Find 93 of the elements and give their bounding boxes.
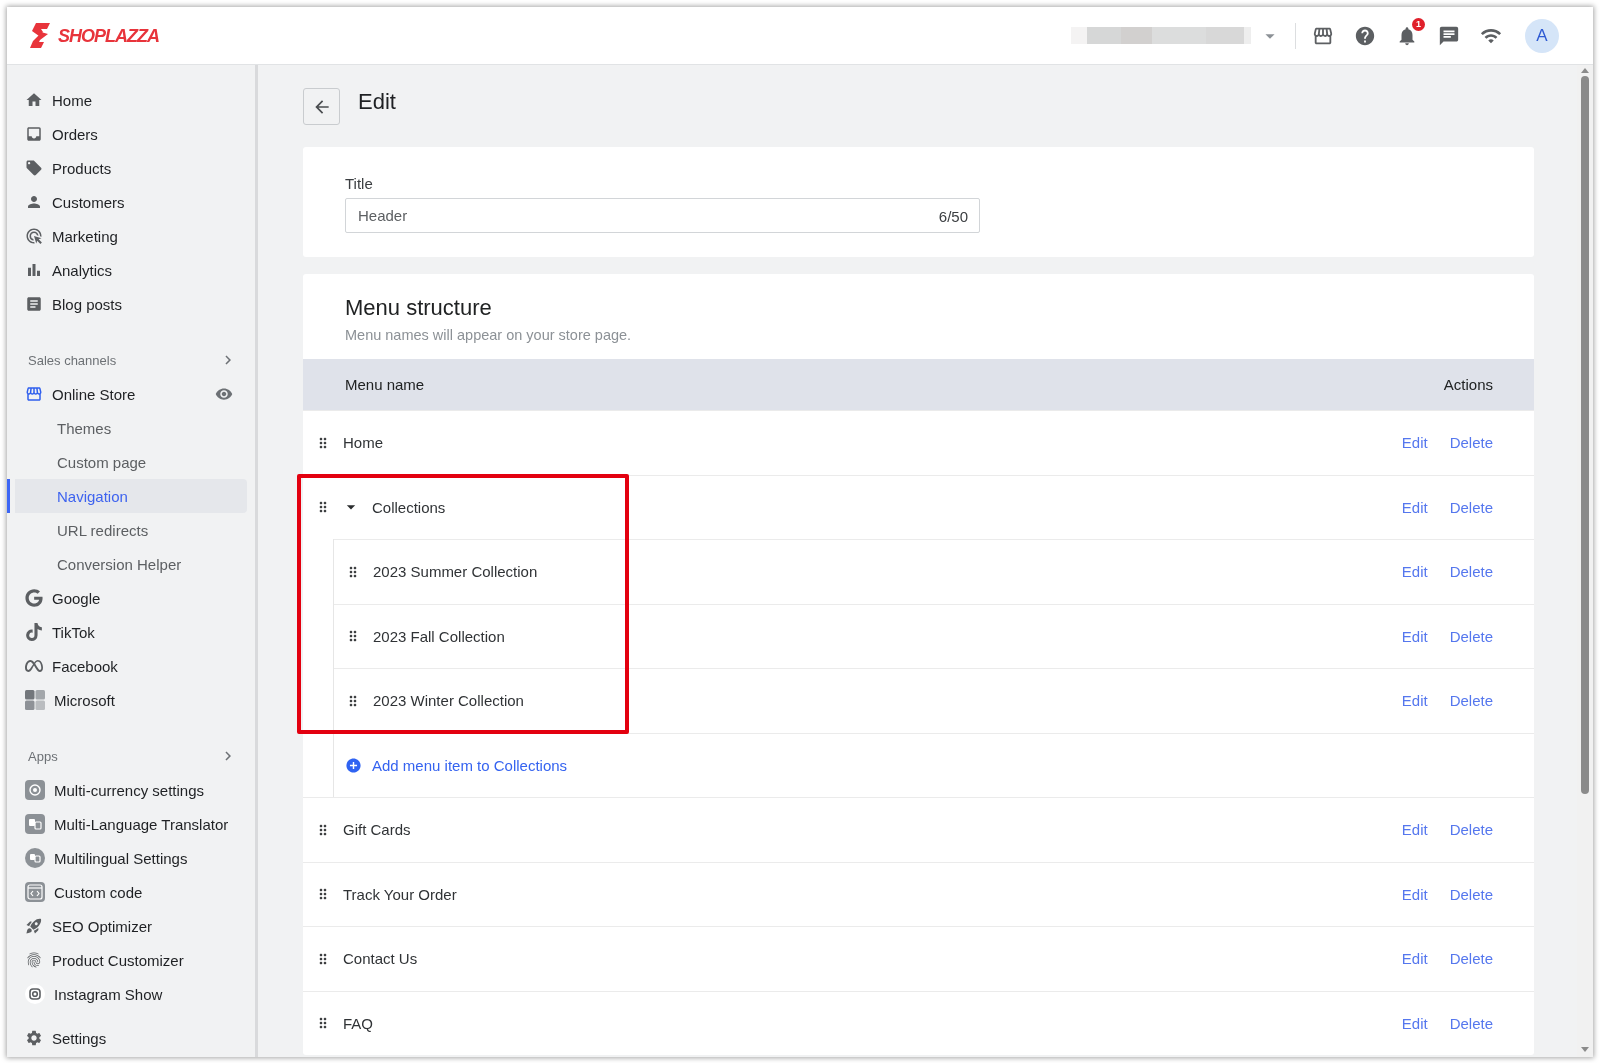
sidebar-item[interactable]: Marketing bbox=[7, 219, 247, 253]
sidebar-item[interactable]: Multilingual Settings bbox=[7, 841, 247, 875]
chat-icon[interactable] bbox=[1438, 24, 1460, 47]
sidebar-item[interactable]: Analytics bbox=[7, 253, 247, 287]
edit-link[interactable]: Edit bbox=[1401, 434, 1428, 452]
tag-icon bbox=[25, 159, 43, 177]
document-icon bbox=[25, 295, 43, 313]
sidebar-item[interactable]: Instagram Show bbox=[7, 977, 247, 1011]
delete-link[interactable]: Delete bbox=[1449, 950, 1493, 968]
edit-link[interactable]: Edit bbox=[1401, 563, 1428, 581]
sidebar-item[interactable]: Home bbox=[7, 83, 247, 117]
edit-link[interactable]: Edit bbox=[1401, 950, 1428, 968]
sidebar-item[interactable]: Settings bbox=[7, 1021, 247, 1055]
infinity-icon bbox=[25, 657, 43, 675]
menu-item-name: Contact Us bbox=[343, 950, 418, 968]
menu-item-name: Track Your Order bbox=[343, 885, 457, 903]
rocket-icon bbox=[25, 917, 43, 935]
tiktok-icon bbox=[25, 623, 43, 641]
menu-item-name: FAQ bbox=[343, 1014, 373, 1032]
card-subtitle: Menu names will appear on your store page. bbox=[344, 326, 633, 344]
section-heading: Apps bbox=[28, 748, 58, 764]
delete-link[interactable]: Delete bbox=[1449, 821, 1493, 839]
menu-item-name: Home bbox=[343, 434, 383, 452]
code-tile-icon bbox=[25, 882, 45, 902]
logo-text: SHOPLAZZA bbox=[58, 24, 159, 47]
sidebar-item[interactable]: Customers bbox=[7, 185, 247, 219]
translate-circle-icon bbox=[25, 848, 45, 868]
menu-item-name: Collections bbox=[372, 498, 446, 516]
eye-icon[interactable] bbox=[215, 385, 233, 403]
delete-link[interactable]: Delete bbox=[1449, 1014, 1493, 1032]
sidebar-item[interactable]: Orders bbox=[7, 117, 247, 151]
delete-link[interactable]: Delete bbox=[1449, 885, 1493, 903]
sidebar-item[interactable]: Multi-currency settings bbox=[7, 773, 247, 807]
sidebar-item[interactable]: SEO Optimizer bbox=[7, 909, 247, 943]
sidebar-subitem[interactable]: Conversion Helper bbox=[7, 547, 247, 581]
delete-link[interactable]: Delete bbox=[1449, 498, 1493, 516]
home-icon bbox=[25, 91, 43, 109]
sidebar-item[interactable]: Product Customizer bbox=[7, 943, 247, 977]
edit-link[interactable]: Edit bbox=[1401, 498, 1428, 516]
column-header: Actions bbox=[1443, 376, 1493, 393]
edit-link[interactable]: Edit bbox=[1401, 627, 1428, 645]
sidebar-item[interactable]: Google bbox=[7, 581, 247, 615]
sidebar-item[interactable]: Microsoft bbox=[7, 683, 247, 717]
sidebar-item[interactable]: Blog posts bbox=[7, 287, 247, 321]
storefront-icon bbox=[25, 385, 43, 403]
sidebar-item[interactable]: Facebook bbox=[7, 649, 247, 683]
edit-link[interactable]: Edit bbox=[1401, 1014, 1428, 1032]
delete-link[interactable]: Delete bbox=[1449, 627, 1493, 645]
column-header: Menu name bbox=[345, 376, 425, 393]
sidebar-subitem[interactable]: Navigation bbox=[7, 479, 247, 513]
camera-icon bbox=[25, 984, 45, 1004]
translate-tile-icon bbox=[25, 814, 45, 834]
avatar[interactable]: A bbox=[1525, 18, 1559, 53]
sidebar-item[interactable]: Online Store bbox=[7, 377, 247, 411]
inbox-icon bbox=[25, 125, 43, 143]
scrollbar-thumb[interactable] bbox=[1581, 76, 1589, 794]
menu-item-name: Gift Cards bbox=[343, 821, 411, 839]
coin-tile-icon bbox=[25, 780, 45, 800]
google-icon bbox=[25, 589, 43, 607]
menu-item-name: 2023 Fall Collection bbox=[373, 627, 505, 645]
back-button[interactable] bbox=[303, 88, 340, 125]
edit-link[interactable]: Edit bbox=[1401, 692, 1428, 710]
sidebar-subitem[interactable]: URL redirects bbox=[7, 513, 247, 547]
add-menu-item-link[interactable]: Add menu item to Collections bbox=[345, 756, 568, 774]
page-title: Edit bbox=[358, 88, 396, 116]
character-counter: 6/50 bbox=[938, 207, 968, 224]
delete-link[interactable]: Delete bbox=[1449, 692, 1493, 710]
sidebar-subitem[interactable]: Themes bbox=[7, 411, 247, 445]
person-icon bbox=[25, 193, 43, 211]
sidebar-item[interactable]: Custom code bbox=[7, 875, 247, 909]
sidebar-item[interactable]: Products bbox=[7, 151, 247, 185]
menu-item-name: 2023 Summer Collection bbox=[373, 563, 538, 581]
card-heading: Menu structure bbox=[344, 294, 493, 322]
edit-link[interactable]: Edit bbox=[1401, 885, 1428, 903]
fingerprint-icon bbox=[25, 951, 43, 969]
settings-icon bbox=[25, 1029, 43, 1047]
help-icon[interactable] bbox=[1354, 24, 1376, 47]
edit-link[interactable]: Edit bbox=[1401, 821, 1428, 839]
delete-link[interactable]: Delete bbox=[1449, 563, 1493, 581]
notification-badge: 1 bbox=[1412, 17, 1425, 31]
sidebar-item[interactable]: Multi-Language Translator bbox=[7, 807, 247, 841]
menu-item-name: 2023 Winter Collection bbox=[373, 692, 524, 710]
scroll-up-icon[interactable] bbox=[1581, 68, 1589, 73]
sidebar-item[interactable]: TikTok bbox=[7, 615, 247, 649]
scroll-down-icon[interactable] bbox=[1581, 1047, 1589, 1052]
cursor-click-icon bbox=[25, 227, 43, 245]
logo-mark-icon bbox=[28, 23, 52, 48]
section-heading: Sales channels bbox=[28, 352, 117, 368]
field-label: Title bbox=[345, 174, 374, 194]
four-squares-icon bbox=[25, 690, 45, 710]
delete-link[interactable]: Delete bbox=[1449, 434, 1493, 452]
sidebar-subitem[interactable]: Custom page bbox=[7, 445, 247, 479]
bar-chart-icon bbox=[25, 261, 43, 279]
